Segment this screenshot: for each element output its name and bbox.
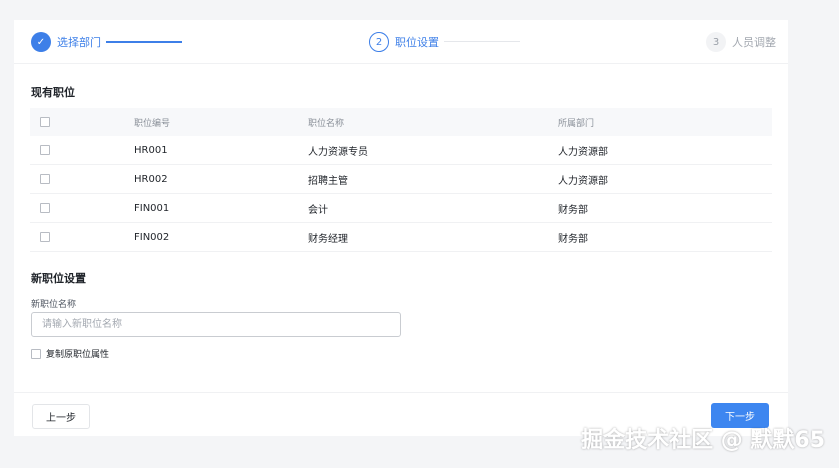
step-label: 选择部门: [57, 36, 101, 49]
row-checkbox-cell: [40, 165, 50, 193]
step-select-department[interactable]: ✓ 选择部门: [31, 31, 101, 53]
table-row: FIN001 会计 财务部: [30, 194, 772, 223]
table-row: HR002 招聘主管 人力资源部: [30, 165, 772, 194]
table-row: HR001 人力资源专员 人力资源部: [30, 136, 772, 165]
table-header: 职位编号 职位名称 所属部门: [30, 108, 772, 136]
row-checkbox[interactable]: [40, 232, 50, 242]
copy-attributes-checkbox[interactable]: [31, 348, 41, 359]
position-dept: 财务部: [558, 233, 588, 245]
row-checkbox-cell: [40, 136, 50, 164]
position-name: 会计: [308, 204, 328, 216]
step-connector: [106, 41, 182, 43]
row-checkbox-cell: [40, 194, 50, 222]
position-code: HR001: [134, 144, 168, 156]
wizard-card: ✓ 选择部门 2 职位设置 3 人员调整 现有职位 职位编号 职位名称 所属部门…: [14, 20, 788, 436]
select-all-checkbox[interactable]: [40, 117, 50, 127]
existing-positions-title: 现有职位: [31, 86, 75, 99]
position-code: HR002: [134, 173, 168, 185]
positions-table: 职位编号 职位名称 所属部门 HR001 人力资源专员 人力资源部 HR002 …: [30, 108, 772, 252]
step-bar: ✓ 选择部门 2 职位设置 3 人员调整: [14, 20, 788, 64]
step-position-settings[interactable]: 2 职位设置: [369, 31, 439, 53]
step-number: 3: [706, 32, 726, 52]
header-dept: 所属部门: [558, 118, 595, 129]
step-label: 职位设置: [395, 36, 439, 49]
row-checkbox[interactable]: [40, 145, 50, 155]
new-position-name-input[interactable]: [31, 312, 401, 337]
step-connector: [444, 41, 520, 42]
row-checkbox-cell: [40, 223, 50, 251]
row-checkbox[interactable]: [40, 174, 50, 184]
copy-attributes-option[interactable]: 复制原职位属性: [31, 347, 109, 360]
prev-step-button[interactable]: 上一步: [32, 404, 90, 429]
step-label: 人员调整: [732, 36, 776, 49]
position-name: 招聘主管: [308, 175, 348, 187]
position-dept: 人力资源部: [558, 175, 608, 187]
row-checkbox[interactable]: [40, 203, 50, 213]
watermark: 掘金技术社区 @ 默默65: [581, 428, 825, 453]
step-number: 2: [369, 32, 389, 52]
position-dept: 财务部: [558, 204, 588, 216]
header-checkbox-cell: [40, 108, 50, 136]
table-row: FIN002 财务经理 财务部: [30, 223, 772, 252]
new-position-title: 新职位设置: [31, 272, 86, 285]
step-staff-adjustment[interactable]: 3 人员调整: [706, 31, 776, 53]
position-dept: 人力资源部: [558, 146, 608, 158]
copy-attributes-label: 复制原职位属性: [46, 350, 110, 360]
header-name: 职位名称: [308, 118, 345, 129]
header-code: 职位编号: [134, 118, 171, 129]
position-code: FIN001: [134, 202, 170, 214]
position-name: 财务经理: [308, 233, 348, 245]
new-position-name-label: 新职位名称: [31, 300, 77, 310]
position-code: FIN002: [134, 231, 170, 243]
check-icon: ✓: [31, 32, 51, 52]
position-name: 人力资源专员: [308, 146, 368, 158]
